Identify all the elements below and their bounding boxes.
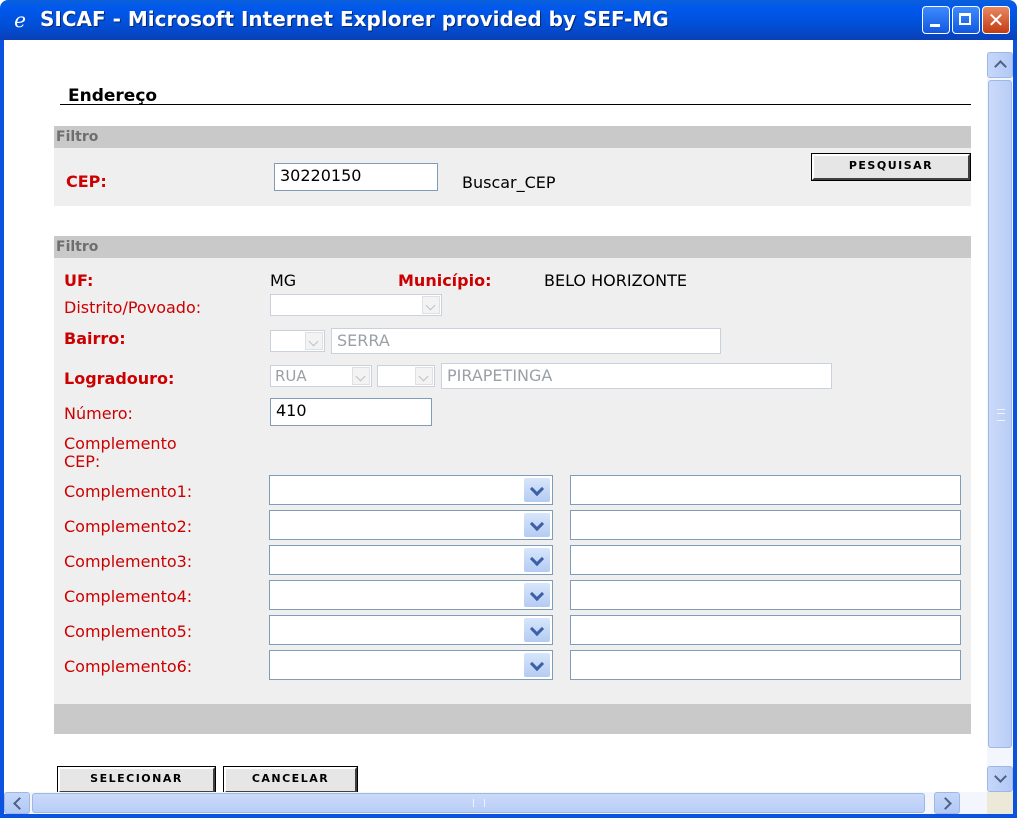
complemento-cep-label-line1: Complemento bbox=[64, 434, 177, 453]
numero-label: Número: bbox=[64, 404, 133, 423]
complemento6-input[interactable] bbox=[570, 650, 961, 680]
chevron-down-icon bbox=[415, 367, 433, 385]
complemento5-label: Complemento5: bbox=[64, 622, 193, 641]
buscar-cep-link[interactable]: Buscar_CEP bbox=[462, 173, 556, 192]
logradouro-input[interactable]: PIRAPETINGA bbox=[441, 363, 832, 389]
chevron-down-icon[interactable] bbox=[524, 513, 550, 537]
complemento2-input[interactable] bbox=[570, 510, 961, 540]
complemento4-select[interactable] bbox=[269, 580, 553, 610]
complemento4-label: Complemento4: bbox=[64, 587, 193, 606]
cep-input[interactable]: 30220150 bbox=[274, 163, 438, 191]
complemento5-input[interactable] bbox=[570, 615, 961, 645]
horizontal-scrollbar[interactable] bbox=[4, 792, 987, 814]
logradouro-label: Logradouro: bbox=[64, 369, 175, 388]
scrollbar-corner bbox=[987, 792, 1013, 814]
window-titlebar: ℯ SICAF - Microsoft Internet Explorer pr… bbox=[0, 0, 1017, 40]
vertical-scrollbar[interactable] bbox=[987, 52, 1013, 792]
cancelar-button[interactable]: CANCELAR bbox=[223, 766, 358, 794]
complemento4-input[interactable] bbox=[570, 580, 961, 610]
section-header-label: Filtro bbox=[56, 239, 99, 255]
uf-value: MG bbox=[270, 271, 297, 290]
complemento1-label: Complemento1: bbox=[64, 482, 193, 501]
minimize-button[interactable] bbox=[922, 6, 950, 34]
complemento1-select[interactable] bbox=[269, 475, 553, 505]
complemento2-select[interactable] bbox=[269, 510, 553, 540]
vertical-scroll-thumb[interactable] bbox=[988, 80, 1012, 748]
page-title: Endereço bbox=[68, 86, 158, 106]
distrito-label: Distrito/Povoado: bbox=[64, 298, 202, 317]
chevron-down-icon bbox=[305, 332, 323, 350]
scroll-left-icon[interactable] bbox=[4, 792, 30, 814]
maximize-button[interactable] bbox=[952, 6, 980, 34]
bairro-input[interactable]: SERRA bbox=[331, 328, 721, 354]
grip-icon bbox=[473, 799, 485, 807]
complemento6-label: Complemento6: bbox=[64, 657, 193, 676]
bairro-label: Bairro: bbox=[64, 329, 126, 348]
uf-label: UF: bbox=[64, 271, 94, 290]
complemento3-label: Complemento3: bbox=[64, 552, 193, 571]
window-frame-left bbox=[0, 40, 4, 818]
complemento3-select[interactable] bbox=[269, 545, 553, 575]
complemento3-input[interactable] bbox=[570, 545, 961, 575]
window-frame-right bbox=[1013, 40, 1017, 818]
grip-icon bbox=[997, 409, 1005, 421]
scroll-right-icon[interactable] bbox=[934, 792, 960, 814]
results-bar bbox=[54, 704, 971, 734]
complemento5-select[interactable] bbox=[269, 615, 553, 645]
chevron-down-icon[interactable] bbox=[524, 653, 550, 677]
logradouro-tipo-select[interactable]: RUA bbox=[270, 365, 372, 387]
close-button[interactable]: ✕ bbox=[982, 6, 1010, 34]
chevron-down-icon bbox=[422, 296, 440, 314]
scroll-up-icon[interactable] bbox=[987, 52, 1013, 78]
complemento2-label: Complemento2: bbox=[64, 517, 193, 536]
complemento-cep-label-line2: CEP: bbox=[64, 452, 101, 471]
scroll-down-icon[interactable] bbox=[987, 766, 1013, 792]
selecionar-button[interactable]: SELECIONAR bbox=[57, 766, 216, 794]
municipio-label: Município: bbox=[398, 271, 492, 290]
logradouro-titulo-select[interactable] bbox=[377, 365, 435, 387]
complemento1-input[interactable] bbox=[570, 475, 961, 505]
cep-label: CEP: bbox=[66, 172, 107, 191]
numero-input[interactable]: 410 bbox=[270, 398, 432, 426]
logradouro-tipo-value: RUA bbox=[275, 367, 307, 385]
complemento6-select[interactable] bbox=[269, 650, 553, 680]
section-header: Filtro bbox=[54, 126, 971, 148]
municipio-value: BELO HORIZONTE bbox=[544, 271, 687, 290]
chevron-down-icon bbox=[352, 367, 370, 385]
chevron-down-icon[interactable] bbox=[524, 583, 550, 607]
title-divider bbox=[60, 104, 971, 105]
section-header: Filtro bbox=[54, 236, 971, 258]
bairro-select[interactable] bbox=[270, 330, 325, 352]
chevron-down-icon[interactable] bbox=[524, 478, 550, 502]
ie-icon: ℯ bbox=[14, 8, 26, 32]
section-header-label: Filtro bbox=[56, 129, 99, 145]
window-frame-bottom bbox=[0, 814, 1017, 818]
close-icon: ✕ bbox=[987, 8, 1005, 32]
window-title: SICAF - Microsoft Internet Explorer prov… bbox=[40, 7, 669, 31]
pesquisar-button[interactable]: PESQUISAR bbox=[811, 153, 971, 181]
chevron-down-icon[interactable] bbox=[524, 548, 550, 572]
chevron-down-icon[interactable] bbox=[524, 618, 550, 642]
distrito-select[interactable] bbox=[270, 294, 442, 316]
horizontal-scroll-thumb[interactable] bbox=[32, 793, 925, 813]
